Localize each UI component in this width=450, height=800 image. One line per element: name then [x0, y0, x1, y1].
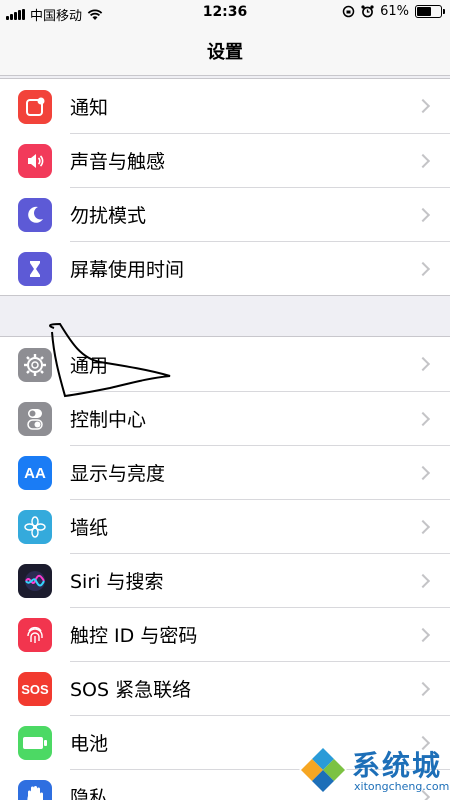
settings-row-label: 墙纸 [70, 517, 109, 539]
settings-row-content: 勿扰模式 [70, 187, 450, 241]
chevron-right-icon [415, 627, 431, 642]
settings-row-label: SOS 紧急联络 [70, 679, 192, 701]
settings-row-text-size[interactable]: AA 显示与亮度 [0, 445, 450, 499]
page-title: 设置 [207, 41, 243, 63]
settings-row-content: 墙纸 [70, 499, 450, 553]
settings-row-notification[interactable]: 通知 [0, 79, 450, 133]
settings-row-label: 通知 [70, 96, 109, 119]
chevron-right-icon [415, 261, 431, 276]
settings-row-label: 通用 [70, 354, 109, 377]
settings-row-label: 屏幕使用时间 [70, 259, 185, 281]
chevron-right-icon [415, 465, 431, 480]
settings-row-content: 显示与亮度 [70, 445, 450, 499]
settings-row-siri[interactable]: Siri 与搜索 [0, 553, 450, 607]
orientation-lock-icon [342, 5, 355, 18]
speaker-icon [18, 144, 52, 178]
settings-row-flower[interactable]: 墙纸 [0, 499, 450, 553]
chevron-right-icon [415, 153, 431, 168]
watermark-logo: 系统城 xitongcheng.com [296, 742, 450, 800]
settings-row-toggles[interactable]: 控制中心 [0, 391, 450, 445]
notification-icon [18, 90, 52, 124]
settings-row-label: 声音与触感 [70, 151, 166, 173]
navigation-bar: 设置 [0, 26, 450, 76]
toggles-icon [18, 402, 52, 436]
watermark-text: 系统城 [352, 749, 443, 782]
settings-row-speaker[interactable]: 声音与触感 [0, 133, 450, 187]
chevron-right-icon [415, 411, 431, 426]
settings-row-content: 通用 [70, 337, 450, 391]
settings-group-1: 通知声音与触感勿扰模式屏幕使用时间 [0, 78, 450, 296]
settings-row-content: 屏幕使用时间 [70, 241, 450, 295]
moon-icon [18, 198, 52, 232]
text-size-icon-glyph: AA [24, 464, 46, 482]
settings-group-2: 通用控制中心 AA 显示与亮度墙纸 Siri 与搜索触控 ID 与密码 SOS SOS 紧… [0, 336, 450, 800]
settings-row-label: 控制中心 [70, 409, 147, 431]
flower-icon [18, 510, 52, 544]
settings-row-label: Siri 与搜索 [70, 571, 164, 593]
siri-icon [18, 564, 52, 598]
fingerprint-icon [18, 618, 52, 652]
chevron-right-icon [415, 519, 431, 534]
watermark-url: xitongcheng.com [354, 780, 450, 793]
battery-indicator-icon [415, 5, 445, 18]
settings-row-content: 通知 [70, 79, 450, 133]
chevron-right-icon [415, 98, 431, 114]
settings-row-hourglass[interactable]: 屏幕使用时间 [0, 241, 450, 295]
battery-fill [417, 7, 432, 16]
settings-row-sos[interactable]: SOS SOS 紧急联络 [0, 661, 450, 715]
status-bar: 中国移动 12:36 61% [0, 0, 450, 26]
settings-row-label: 触控 ID 与密码 [70, 625, 198, 647]
settings-row-content: 控制中心 [70, 391, 450, 445]
settings-row-label: 显示与亮度 [70, 463, 166, 485]
hourglass-icon [18, 252, 52, 286]
alarm-icon [361, 5, 374, 18]
battery-icon [18, 726, 52, 760]
sos-icon-glyph: SOS [21, 681, 49, 697]
settings-row-moon[interactable]: 勿扰模式 [0, 187, 450, 241]
chevron-right-icon [415, 207, 431, 222]
settings-row-gear[interactable]: 通用 [0, 337, 450, 391]
settings-row-content: SOS 紧急联络 [70, 661, 450, 715]
settings-row-fingerprint[interactable]: 触控 ID 与密码 [0, 607, 450, 661]
text-size-icon: AA [18, 456, 52, 490]
sos-icon: SOS [18, 672, 52, 706]
settings-row-content: 声音与触感 [70, 133, 450, 187]
hand-icon [18, 780, 52, 800]
chevron-right-icon [415, 681, 431, 696]
settings-row-content: 触控 ID 与密码 [70, 607, 450, 661]
chevron-right-icon [415, 573, 431, 588]
status-right: 61% [342, 4, 445, 19]
diamond-logo-icon [298, 746, 348, 796]
battery-percent: 61% [380, 4, 409, 19]
chevron-right-icon [415, 356, 431, 372]
settings-row-label: 勿扰模式 [70, 205, 147, 227]
settings-row-content: Siri 与搜索 [70, 553, 450, 607]
gear-icon [18, 348, 52, 382]
